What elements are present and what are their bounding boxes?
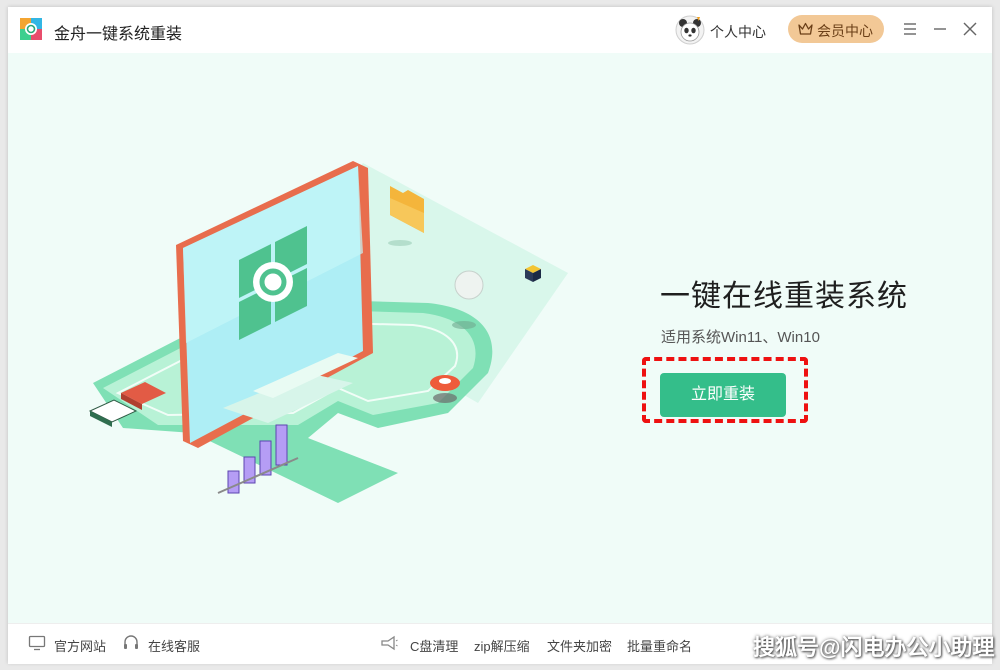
folder-encrypt-link[interactable]: 文件夹加密 [547, 636, 612, 655]
title-bar: 金舟一键系统重装 个人中心 会员中心 [8, 7, 992, 53]
app-title: 金舟一键系统重装 [54, 26, 183, 43]
member-center-label: 会员中心 [817, 23, 873, 39]
member-center-button[interactable]: 会员中心 [788, 15, 884, 43]
profile-center-link[interactable]: 个人中心 [710, 22, 766, 42]
monitor-icon [28, 635, 46, 651]
headset-icon [124, 635, 138, 649]
megaphone-icon [381, 635, 398, 651]
hero-illustration [88, 161, 568, 503]
menu-icon[interactable] [900, 19, 920, 39]
app-window: 金舟一键系统重装 个人中心 会员中心 一键在线重装系统 适用系统Win11、Wi… [8, 7, 992, 664]
close-icon[interactable] [960, 19, 980, 39]
app-logo-icon [20, 18, 42, 40]
minimize-icon[interactable] [930, 19, 950, 39]
supported-systems-text: 适用系统Win11、Win10 [661, 329, 820, 346]
online-support-link[interactable]: 在线客服 [148, 636, 200, 655]
reinstall-now-button[interactable]: 立即重装 [660, 373, 786, 417]
crown-icon [798, 22, 813, 35]
headline: 一键在线重装系统 [660, 280, 908, 313]
watermark-text: 搜狐号@闪电办公小助理 [753, 635, 995, 660]
batch-rename-link[interactable]: 批量重命名 [627, 636, 692, 655]
official-website-link[interactable]: 官方网站 [54, 636, 106, 655]
panda-avatar-icon[interactable] [675, 15, 705, 45]
zip-tool-link[interactable]: zip解压缩 [474, 636, 530, 655]
c-drive-clean-link[interactable]: C盘清理 [410, 636, 458, 655]
main-panel: 一键在线重装系统 适用系统Win11、Win10 立即重装 [8, 53, 992, 623]
